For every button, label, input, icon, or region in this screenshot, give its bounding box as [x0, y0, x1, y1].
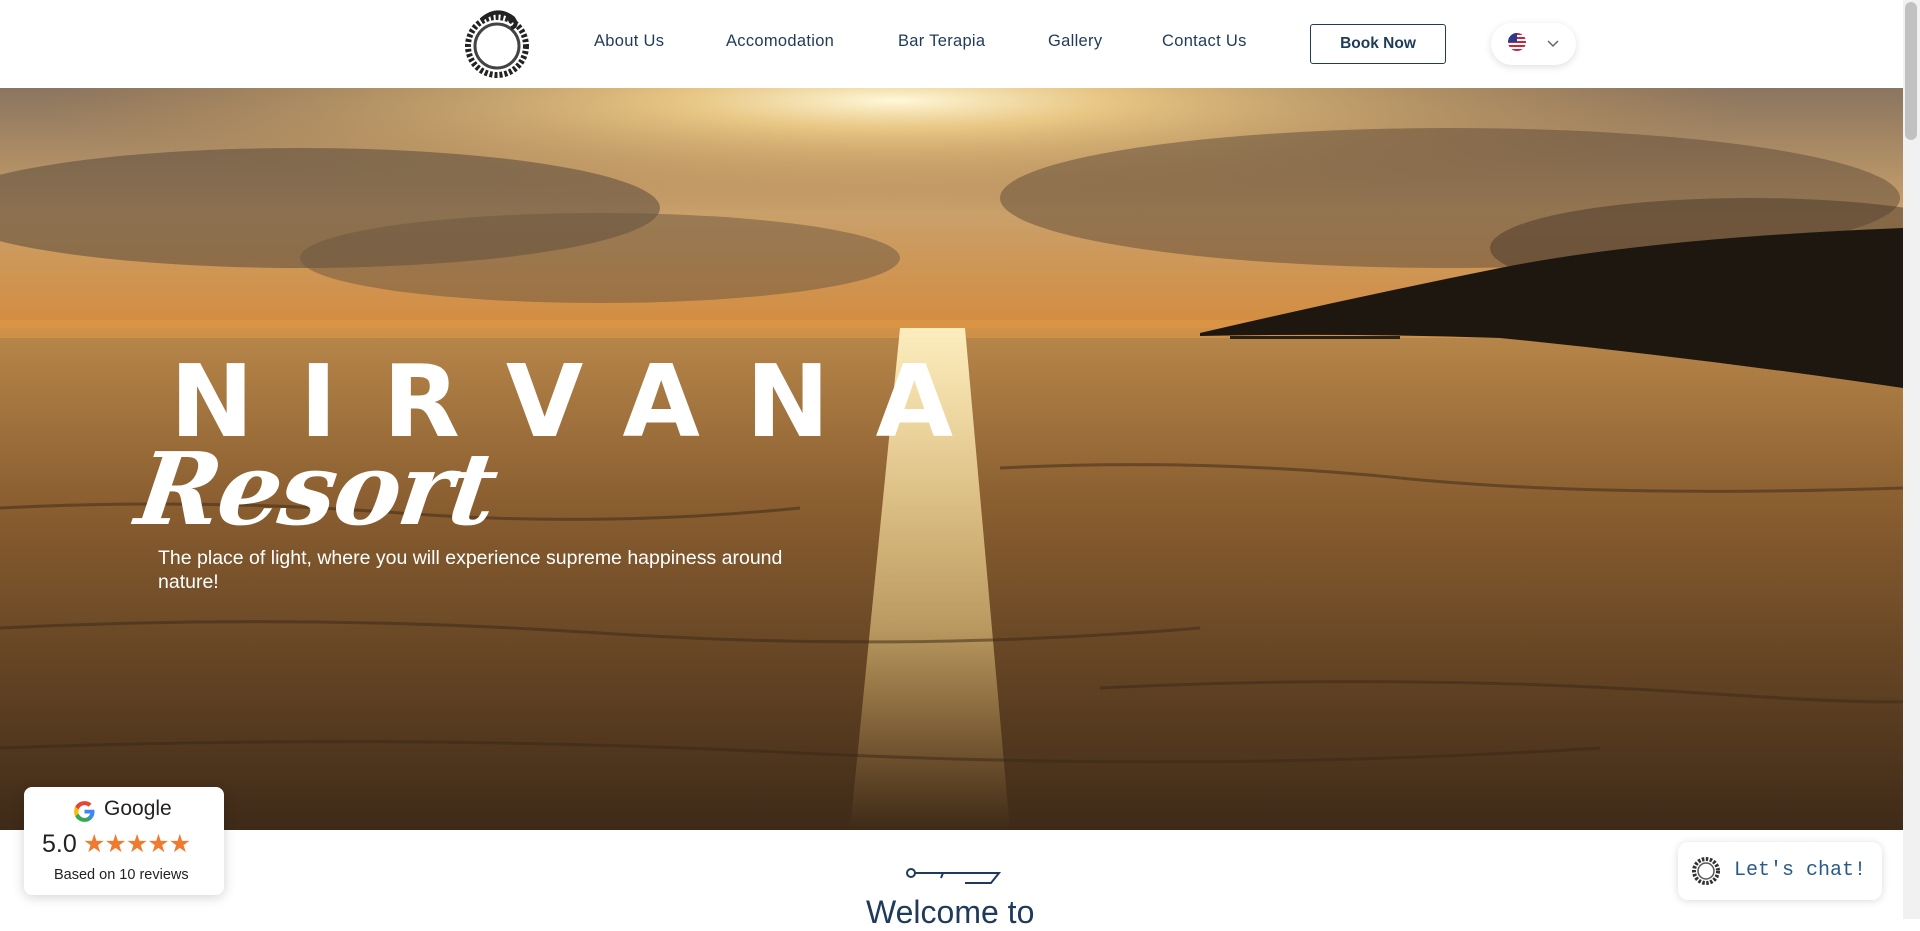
- google-reviews-widget[interactable]: Google 5.0 ★★★★★ Based on 10 reviews: [24, 787, 224, 895]
- language-selector[interactable]: [1491, 23, 1576, 65]
- nav-about-us[interactable]: About Us: [594, 32, 664, 51]
- chat-logo-icon: [1690, 855, 1722, 892]
- review-count: Based on 10 reviews: [54, 867, 189, 883]
- google-g-icon: [72, 799, 97, 829]
- rating-stars-icon: ★★★★★: [83, 830, 191, 858]
- hero-tagline: The place of light, where you will exper…: [158, 547, 783, 593]
- welcome-heading: Welcome to: [866, 894, 1035, 930]
- us-flag-icon: [1507, 32, 1527, 57]
- nav-accomodation[interactable]: Accomodation: [726, 32, 834, 51]
- nav-gallery[interactable]: Gallery: [1048, 32, 1102, 51]
- top-navbar: About Us Accomodation Bar Terapia Galler…: [0, 0, 1903, 88]
- nav-bar-terapia[interactable]: Bar Terapia: [898, 32, 985, 51]
- nav-contact-us[interactable]: Contact Us: [1162, 32, 1247, 51]
- chevron-down-icon: [1546, 35, 1560, 53]
- hero-script-subtitle: Resort: [129, 430, 503, 548]
- scrollbar-thumb[interactable]: [1905, 2, 1917, 140]
- rating-score: 5.0: [42, 830, 77, 858]
- book-now-button[interactable]: Book Now: [1310, 24, 1446, 64]
- chat-button[interactable]: Let's chat!: [1678, 842, 1882, 900]
- resort-logo-icon[interactable]: [461, 6, 533, 82]
- hero-banner: NIRVANA Resort The place of light, where…: [0, 88, 1903, 830]
- key-divider-icon: [905, 865, 1002, 890]
- google-label: Google: [104, 797, 172, 820]
- chat-label: Let's chat!: [1734, 859, 1867, 882]
